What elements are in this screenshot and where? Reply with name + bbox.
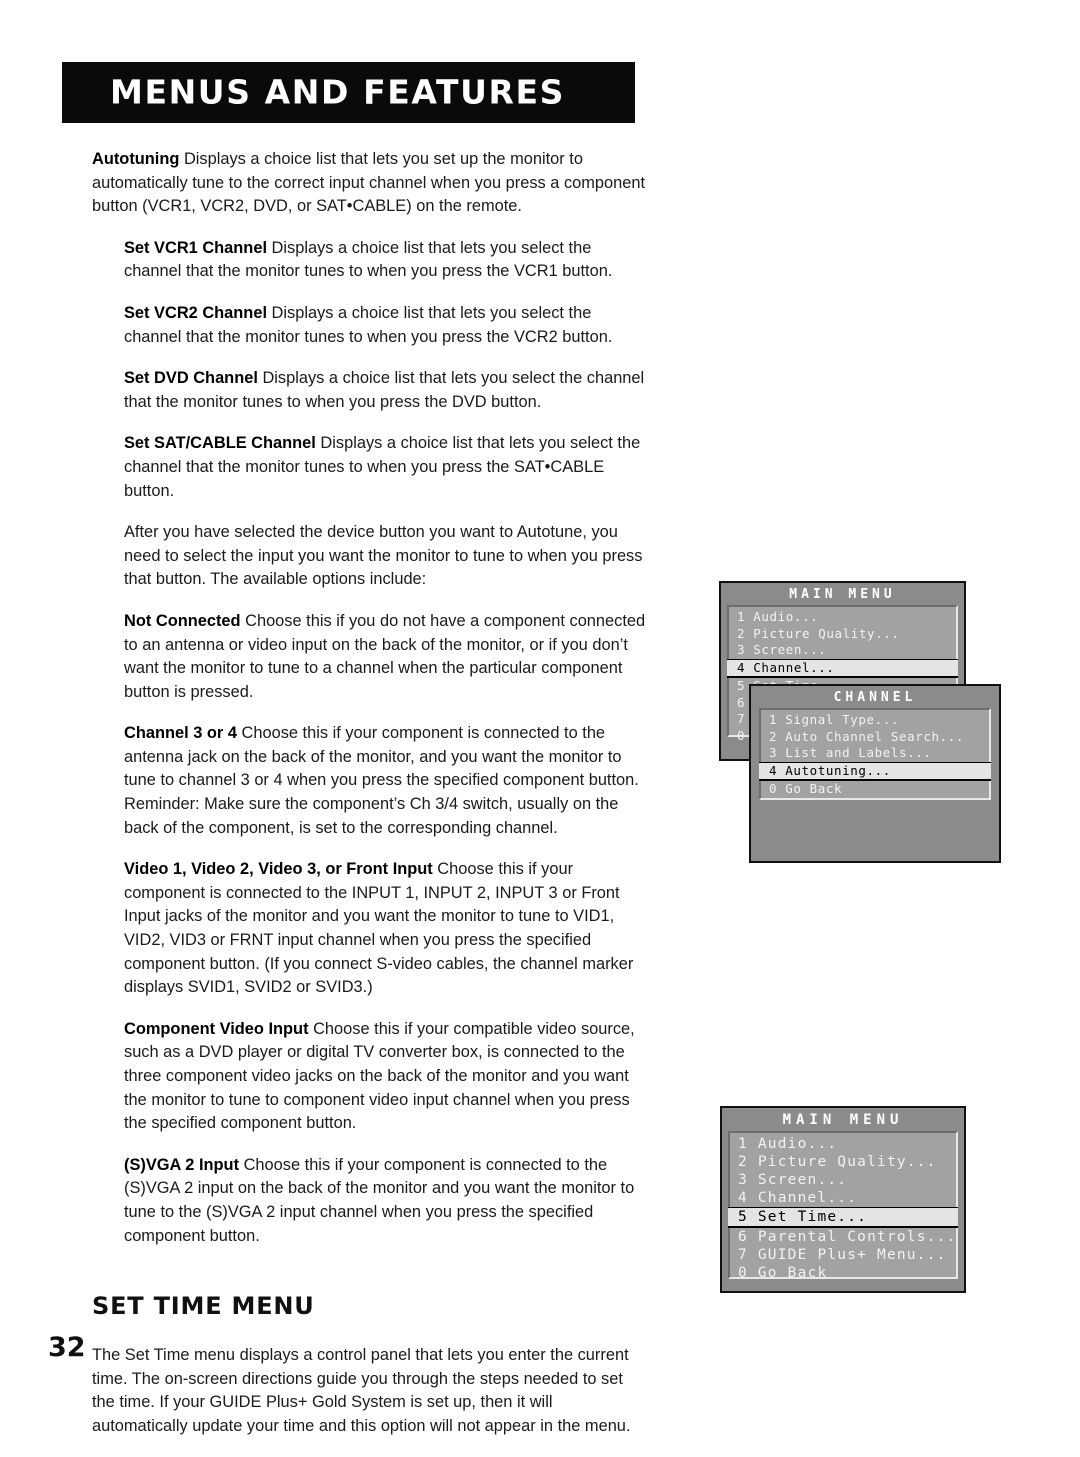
body-text-column: Autotuning Displays a choice list that l… (92, 148, 648, 1457)
paragraph-lead-term: Set VCR1 Channel (124, 238, 267, 257)
paragraph-lead-term: Video 1, Video 2, Video 3, or Front Inpu… (124, 860, 433, 879)
osd-channel-menu: CHANNEL 1 Signal Type... 2 Auto Channel S… (749, 684, 1001, 863)
paragraph-lead-term: Set SAT/CABLE Channel (124, 434, 316, 453)
paragraph-autotuning: Autotuning Displays a choice list that l… (92, 150, 646, 216)
osd-menu-item[interactable]: 3 Screen... (730, 1171, 956, 1189)
osd-menu-item[interactable]: 1 Audio... (729, 609, 956, 626)
osd-title: CHANNEL (833, 690, 917, 705)
osd-menu-item[interactable]: 3 List and Labels... (761, 745, 989, 762)
osd-menu-item[interactable]: 1 Signal Type... (761, 712, 989, 729)
paragraph-component-video-input: Component Video Input Choose this if you… (124, 1019, 635, 1133)
osd-menu-item[interactable]: 4 Channel... (730, 1189, 956, 1207)
paragraph-set-vcr1-channel: Set VCR1 Channel Displays a choice list … (124, 238, 613, 281)
osd-title: MAIN MENU (789, 587, 896, 602)
paragraph-lead-term: (S)VGA 2 Input (124, 1155, 240, 1174)
section-heading-set-time-menu: SET TIME MENU (92, 1292, 315, 1321)
osd-menu-item[interactable]: 0 Go Back (761, 781, 989, 798)
osd-menu-item[interactable]: 0 Go Back (730, 1264, 956, 1282)
osd-menu-item-selected[interactable]: 4 Channel... (727, 658, 958, 678)
osd-main-menu-lower: MAIN MENU 1 Audio... 2 Picture Quality...… (720, 1106, 966, 1293)
osd-menu-item[interactable]: 7 GUIDE Plus+ Menu... (730, 1246, 956, 1264)
paragraph-lead-term: Autotuning (92, 150, 180, 168)
paragraph-not-connected: Not Connected Choose this if you do not … (124, 611, 646, 701)
osd-title: MAIN MENU (782, 1112, 904, 1128)
osd-menu-item[interactable]: 3 Screen... (729, 642, 956, 659)
paragraph-lead-term: Component Video Input (124, 1019, 309, 1038)
page-number: 32 (48, 1332, 86, 1363)
osd-menu-item[interactable]: 6 Parental Controls... (730, 1228, 956, 1246)
paragraph-lead-term: Not Connected (124, 611, 241, 630)
paragraph-svga-2-input: (S)VGA 2 Input Choose this if your compo… (124, 1155, 635, 1245)
osd-menu-item[interactable]: 2 Picture Quality... (729, 626, 956, 643)
osd-menu-item-selected[interactable]: 4 Autotuning... (759, 761, 991, 781)
osd-item-list: 1 Signal Type... 2 Auto Channel Search...… (759, 708, 991, 800)
osd-menu-item[interactable]: 2 Picture Quality... (730, 1153, 956, 1171)
osd-item-list: 1 Audio... 2 Picture Quality... 3 Screen..… (728, 1131, 958, 1282)
paragraph-set-dvd-channel: Set DVD Channel Displays a choice list t… (124, 369, 645, 411)
osd-menu-item[interactable]: 1 Audio... (730, 1135, 956, 1153)
paragraph-lead-term: Channel 3 or 4 (124, 724, 237, 743)
paragraph-set-sat-cable-channel: Set SAT/CABLE Channel Displays a choice … (124, 434, 641, 500)
osd-menu-item[interactable]: 2 Auto Channel Search... (761, 729, 989, 746)
paragraph-set-vcr2-channel: Set VCR2 Channel Displays a choice list … (124, 303, 613, 346)
paragraph-video-front-input: Video 1, Video 2, Video 3, or Front Inpu… (124, 860, 634, 997)
paragraph-set-time-menu: The Set Time menu displays a control pan… (92, 1346, 631, 1435)
page-title: MENUS AND FEATURES (110, 72, 565, 112)
paragraph-lead-term: Set VCR2 Channel (124, 303, 267, 322)
page-header-bar: MENUS AND FEATURES (62, 62, 635, 123)
paragraph-channel-3-or-4: Channel 3 or 4 Choose this if your compo… (124, 724, 639, 837)
paragraph-lead-term: Set DVD Channel (124, 369, 258, 388)
osd-menu-item-selected[interactable]: 5 Set Time... (728, 1207, 958, 1228)
paragraph-after-you-have-selected: After you have selected the device butto… (124, 523, 643, 589)
